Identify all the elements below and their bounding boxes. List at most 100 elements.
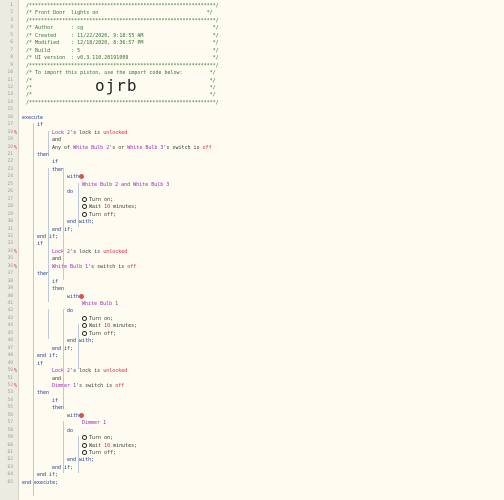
turn-off-command: Turn off; — [89, 211, 117, 218]
header-comment-line: /***************************************… — [26, 17, 219, 24]
block-guide — [78, 182, 79, 228]
do-keyword: do — [67, 427, 74, 434]
wait-value: 10 — [104, 442, 111, 449]
turn-on-command: Turn on; — [89, 315, 114, 322]
minutes-text: minutes; — [113, 442, 138, 449]
device-lock: Lock 2 — [52, 368, 71, 375]
header-comment-line: /* UI version : v0.3.110.20191009 */ — [26, 55, 219, 62]
device-dimmer-1: Dimmer 1 — [82, 420, 107, 427]
settings-icon — [79, 412, 85, 418]
device-white-bulb-1: White Bulb 1 — [82, 301, 119, 307]
turn-off-command: Turn off; — [89, 330, 117, 337]
end-with-keyword: end with; — [67, 457, 95, 464]
header-comment-line: /***************************************… — [26, 3, 219, 9]
clock-icon — [82, 442, 87, 448]
power-icon — [82, 315, 87, 321]
if-keyword: if — [37, 122, 44, 129]
power-icon — [82, 330, 87, 336]
block-guide — [33, 123, 34, 496]
value-unlocked: unlocked — [103, 368, 128, 375]
do-keyword: do — [67, 308, 74, 315]
attr-text: 's switch is — [76, 382, 113, 389]
turn-on-command: Turn on; — [89, 196, 114, 203]
settings-icon — [79, 293, 85, 299]
any-of-text: Any of — [52, 144, 71, 151]
block-guide — [63, 309, 64, 407]
do-keyword: do — [67, 189, 74, 196]
then-keyword: then — [37, 390, 50, 397]
header-comment-line: /* Modified : 12/18/2020, 8:36:57 PM */ — [26, 40, 219, 47]
attr-text: 's switch is — [88, 263, 125, 270]
turn-on-command: Turn on; — [89, 435, 114, 442]
attr-text: 's lock is — [70, 248, 101, 255]
then-keyword: then — [52, 286, 65, 293]
end-if-keyword: end if; — [37, 353, 59, 360]
if-keyword: if — [52, 278, 59, 285]
wait-value: 10 — [104, 323, 111, 330]
if-keyword: if — [52, 159, 59, 166]
value-unlocked: unlocked — [103, 129, 128, 136]
block-guide — [78, 324, 79, 370]
minutes-text: minutes; — [113, 204, 138, 211]
header-comment-line: /***************************************… — [26, 62, 219, 69]
end-with-keyword: end with; — [67, 338, 95, 345]
code-content: end execute; — [22, 479, 58, 487]
or-text: 's or — [109, 144, 125, 151]
block-guide — [48, 130, 49, 153]
execute-keyword: execute — [22, 114, 44, 121]
attr-text: 's switch is — [163, 144, 200, 151]
value-off: off — [115, 382, 125, 389]
block-guide — [48, 309, 49, 340]
header-comment-line: /***************************************… — [26, 99, 219, 106]
minutes-text: minutes; — [113, 323, 138, 330]
if-keyword: if — [37, 360, 44, 367]
wait-value: 10 — [104, 204, 111, 211]
wait-command: Wait — [89, 204, 102, 211]
and-operator: and — [52, 256, 62, 263]
line-number: 65 — [7, 479, 13, 485]
end-if-keyword: end if; — [37, 472, 59, 479]
piston-code-view: 1/**************************************… — [0, 0, 504, 500]
value-unlocked: unlocked — [103, 248, 128, 255]
with-keyword: with — [67, 293, 80, 300]
device-white-bulbs-2-3: White Bulb 2 and White Bulb 3 — [82, 181, 170, 188]
clock-icon — [82, 204, 87, 210]
block-guide — [63, 167, 64, 280]
end-execute-keyword: end execute; — [22, 479, 59, 486]
end-with-keyword: end with; — [67, 219, 95, 226]
device-lock: Lock 2 — [52, 248, 71, 255]
power-icon — [82, 435, 87, 441]
device-dimmer-1: Dimmer 1 — [52, 382, 77, 389]
value-off: off — [127, 263, 137, 270]
device-white-bulb-1: White Bulb 1 — [52, 263, 89, 270]
code-line: 65 end execute; — [0, 479, 504, 487]
power-icon — [82, 450, 87, 455]
wait-command: Wait — [89, 323, 102, 330]
header-comment-line: /* Created : 11/22/2020, 9:18:55 AM */ — [26, 32, 219, 39]
with-keyword: with — [67, 174, 80, 181]
value-off: off — [202, 144, 212, 151]
power-icon — [82, 211, 87, 217]
device-white-bulb-3: White Bulb 3 — [127, 144, 164, 151]
block-guide — [63, 421, 64, 474]
and-operator: and — [52, 137, 62, 144]
clock-icon — [82, 323, 87, 329]
and-operator: and — [52, 375, 62, 382]
with-keyword: with — [67, 412, 80, 419]
attr-text: 's lock is — [70, 368, 101, 375]
header-comment-line: /* Author : cg */ — [26, 25, 219, 32]
device-white-bulb-2: White Bulb 2 — [73, 144, 110, 151]
block-guide — [78, 436, 79, 474]
if-keyword: if — [37, 241, 44, 248]
turn-off-command: Turn off; — [89, 450, 117, 456]
block-guide — [48, 167, 49, 302]
attr-text: 's lock is — [70, 129, 101, 136]
settings-icon — [79, 174, 85, 180]
if-keyword: if — [52, 397, 59, 404]
device-lock: Lock 2 — [52, 129, 71, 136]
power-icon — [82, 196, 87, 202]
wait-command: Wait — [89, 442, 102, 449]
import-code: ojrb — [95, 76, 138, 95]
header-comment-line: /* Front Door lights on */ — [26, 10, 213, 17]
header-comment-line: /* Build : 5 */ — [26, 47, 219, 54]
